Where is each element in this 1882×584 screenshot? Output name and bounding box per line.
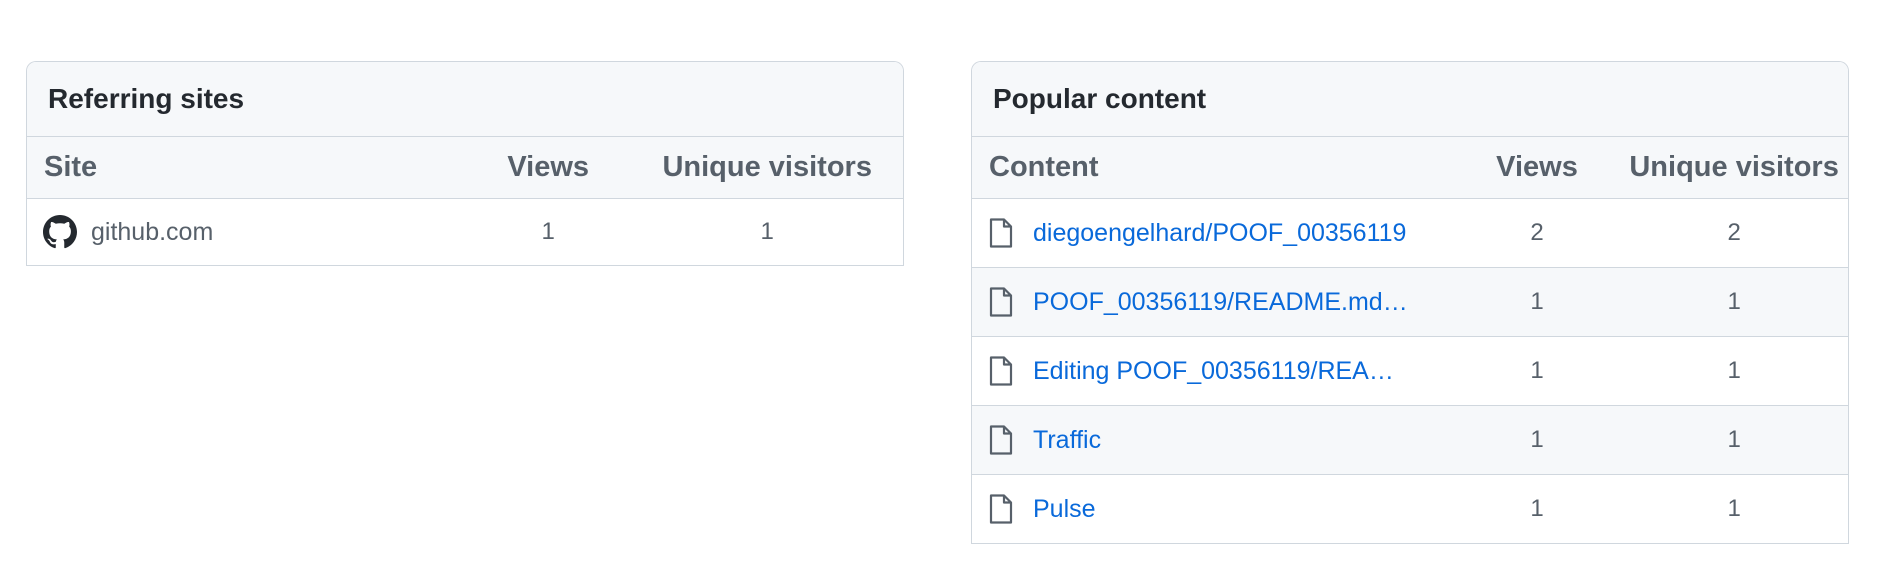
views-count: 1 <box>1453 336 1621 406</box>
table-row: Pulse 1 1 <box>972 474 1848 544</box>
unique-visitors-count: 1 <box>631 198 903 266</box>
views-count: 2 <box>1453 198 1621 268</box>
table-row: github.com 1 1 <box>27 198 903 266</box>
file-icon <box>989 287 1013 317</box>
content-link[interactable]: Pulse <box>1033 495 1096 524</box>
content-link[interactable]: POOF_00356119/README.md … <box>1033 288 1408 317</box>
column-header-site: Site <box>27 137 465 199</box>
unique-visitors-count: 1 <box>1620 405 1848 475</box>
content-cell: POOF_00356119/README.md … <box>972 267 1454 337</box>
unique-visitors-count: 1 <box>1620 267 1848 337</box>
referring-sites-panel: Referring sites Site Views Unique visito… <box>26 61 904 266</box>
unique-visitors-count: 2 <box>1620 198 1848 268</box>
content-link[interactable]: Editing POOF_00356119/READ… <box>1033 357 1408 386</box>
content-cell: Editing POOF_00356119/READ… <box>972 336 1454 406</box>
content-link[interactable]: Traffic <box>1033 426 1101 455</box>
content-cell: Traffic <box>972 405 1454 475</box>
site-name: github.com <box>91 217 214 246</box>
popular-content-panel: Popular content Content Views Unique vis… <box>971 61 1849 544</box>
popular-content-title: Popular content <box>972 62 1848 137</box>
file-icon <box>989 356 1013 386</box>
table-row: Editing POOF_00356119/READ… 1 1 <box>972 336 1848 406</box>
column-header-unique-visitors: Unique visitors <box>1620 137 1848 199</box>
table-row: POOF_00356119/README.md … 1 1 <box>972 267 1848 337</box>
unique-visitors-count: 1 <box>1620 336 1848 406</box>
column-header-content: Content <box>972 137 1454 199</box>
content-link[interactable]: diegoengelhard/POOF_00356119 <box>1033 219 1406 248</box>
views-count: 1 <box>1453 474 1621 544</box>
popular-content-table: Content Views Unique visitors diegoengel… <box>972 137 1848 544</box>
views-count: 1 <box>1453 267 1621 337</box>
table-row: Traffic 1 1 <box>972 405 1848 475</box>
file-icon <box>989 425 1013 455</box>
referring-sites-title: Referring sites <box>27 62 903 137</box>
column-header-unique-visitors: Unique visitors <box>631 137 903 199</box>
file-icon <box>989 218 1013 248</box>
github-icon <box>43 215 77 249</box>
content-cell: diegoengelhard/POOF_00356119 <box>972 198 1454 268</box>
table-row: diegoengelhard/POOF_00356119 2 2 <box>972 198 1848 268</box>
column-header-views: Views <box>465 137 632 199</box>
views-count: 1 <box>1453 405 1621 475</box>
file-icon <box>989 494 1013 524</box>
site-cell: github.com <box>27 198 465 266</box>
content-cell: Pulse <box>972 474 1454 544</box>
referring-sites-table: Site Views Unique visitors github.com 1 … <box>27 137 903 266</box>
views-count: 1 <box>465 198 632 266</box>
column-header-views: Views <box>1453 137 1621 199</box>
unique-visitors-count: 1 <box>1620 474 1848 544</box>
